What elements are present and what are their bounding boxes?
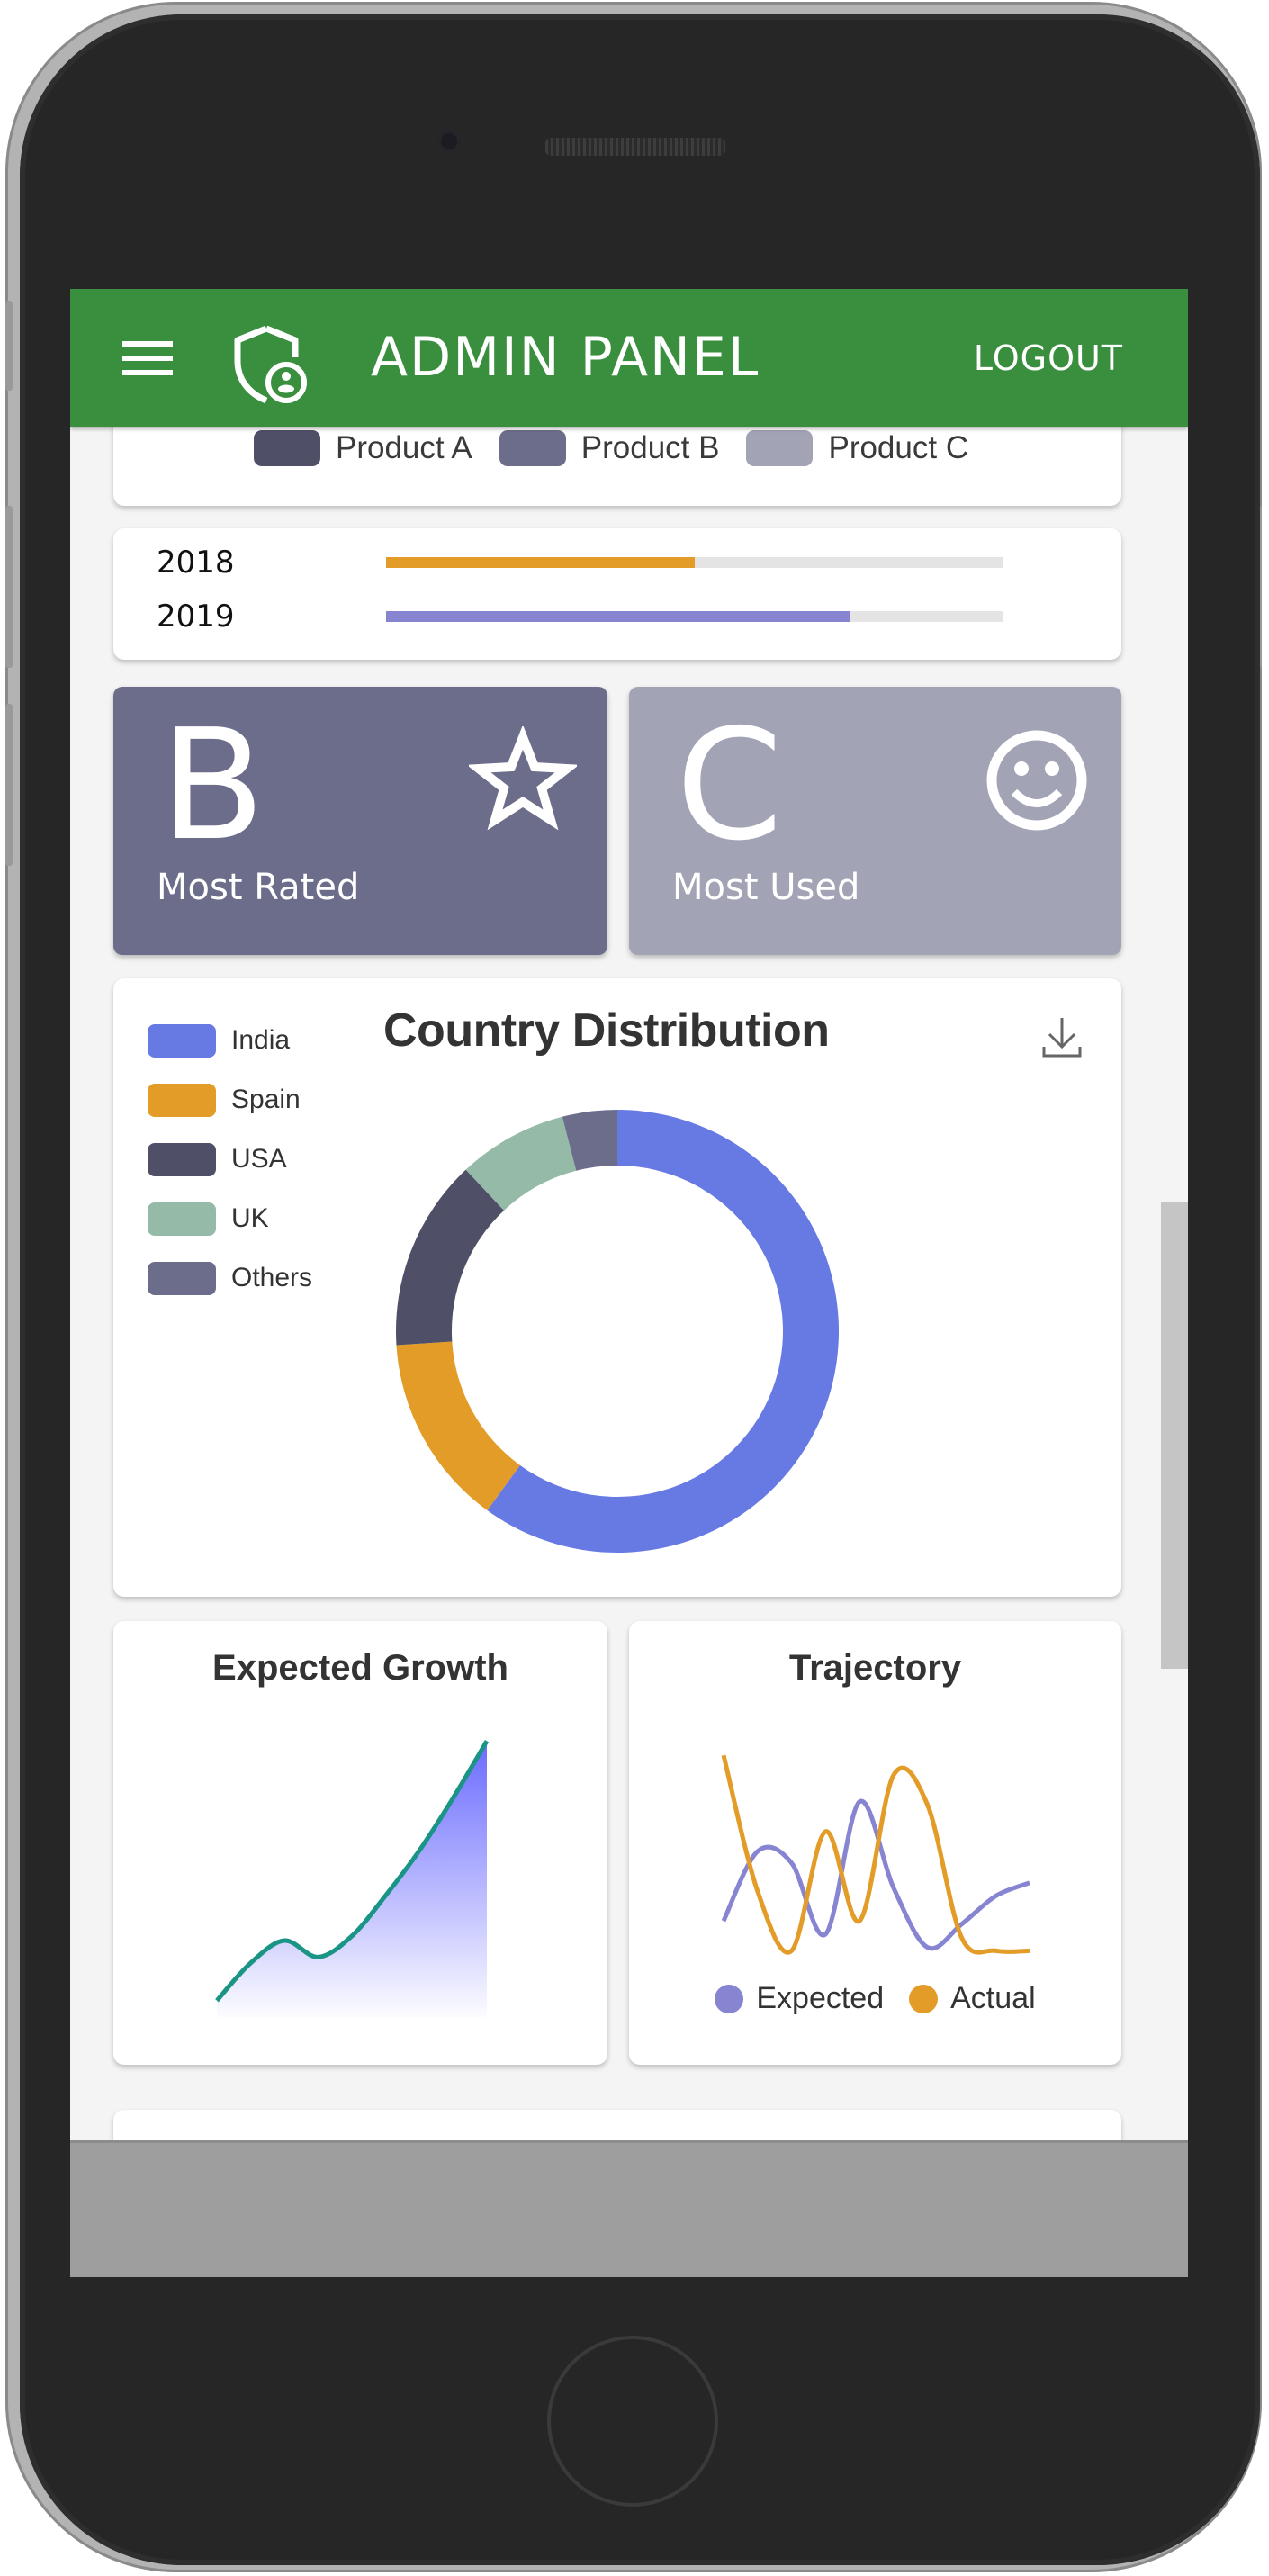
- legend-swatch: [148, 1202, 216, 1236]
- legend-item-product-a[interactable]: Product A: [254, 430, 472, 466]
- star-outline-icon: [469, 726, 577, 831]
- yearly-progress-card: 2018 2019: [113, 528, 1121, 660]
- legend-item-product-c[interactable]: Product C: [746, 430, 968, 466]
- legend-swatch: [746, 430, 814, 466]
- legend-label: Others: [231, 1263, 313, 1293]
- stat-caption: Most Used: [672, 867, 860, 908]
- logout-button[interactable]: LOGOUT: [974, 336, 1123, 381]
- legend-item-actual[interactable]: Actual: [909, 1981, 1036, 2016]
- earpiece-speaker: [545, 138, 725, 156]
- legend-label: Product A: [336, 430, 472, 465]
- growth-area: [217, 1741, 487, 2017]
- legend-item-product-b[interactable]: Product B: [499, 430, 720, 466]
- product-legend: Product A Product B Product C: [254, 430, 995, 466]
- front-camera: [441, 133, 457, 149]
- progress-year-label: 2018: [157, 545, 235, 581]
- chart-title: Expected Growth: [212, 1648, 508, 1688]
- legend-item-india[interactable]: India: [148, 1011, 312, 1070]
- progress-fill-2018: [386, 557, 695, 568]
- legend-item-spain[interactable]: Spain: [148, 1070, 312, 1130]
- legend-item-others[interactable]: Others: [148, 1248, 312, 1308]
- legend-label: UK: [231, 1203, 269, 1233]
- legend-label: Product C: [828, 430, 969, 465]
- admin-shield-user-icon: [234, 325, 307, 404]
- volume-down-button: [5, 704, 13, 866]
- legend-swatch: [254, 430, 320, 466]
- legend-item-uk[interactable]: UK: [148, 1189, 312, 1248]
- progress-row-2018: 2018: [157, 545, 1004, 581]
- download-icon[interactable]: [1039, 1014, 1085, 1061]
- app-bar: ADMIN PANEL LOGOUT: [70, 289, 1188, 427]
- trajectory-chart: [721, 1754, 1030, 1955]
- expected-growth-chart: [215, 1740, 490, 2017]
- legend-label: Product B: [580, 430, 720, 465]
- app-screen: ADMIN PANEL LOGOUT Product A Product B P…: [70, 289, 1188, 2277]
- country-legend: India Spain USA UK Others: [148, 1011, 312, 1308]
- country-donut-chart: [396, 1110, 839, 1553]
- legend-label: India: [231, 1025, 291, 1055]
- legend-swatch: [148, 1083, 216, 1117]
- legend-swatch: [148, 1261, 216, 1295]
- legend-swatch: [148, 1142, 216, 1176]
- stat-card-most-used[interactable]: C Most Used: [629, 687, 1121, 955]
- smiley-face-icon: [986, 730, 1087, 831]
- stat-letter: C: [676, 697, 783, 875]
- trajectory-line-actual: [721, 1754, 1030, 1955]
- expected-growth-card: Expected Growth: [113, 1621, 608, 2065]
- chart-title: Country Distribution: [383, 1004, 830, 1057]
- legend-label: Spain: [231, 1085, 301, 1114]
- hamburger-menu-icon[interactable]: [122, 341, 173, 375]
- trajectory-card: Trajectory Expected Actual: [629, 1621, 1121, 2065]
- legend-label: Expected: [756, 1981, 885, 2015]
- stat-letter: B: [160, 697, 266, 875]
- donut-slice-usa[interactable]: [396, 1169, 505, 1346]
- legend-label: USA: [231, 1144, 287, 1174]
- legend-swatch: [148, 1023, 216, 1058]
- chart-title: Trajectory: [788, 1648, 962, 1688]
- donut-slice-spain[interactable]: [396, 1341, 520, 1511]
- mute-switch: [5, 301, 13, 391]
- progress-track: [386, 557, 1004, 568]
- legend-dot: [909, 1984, 939, 2013]
- country-distribution-card: India Spain USA UK Others Country Distributi…: [113, 978, 1121, 1597]
- progress-fill-2019: [386, 611, 850, 622]
- legend-swatch: [499, 430, 566, 466]
- home-button[interactable]: [547, 2336, 718, 2507]
- volume-up-button: [5, 506, 13, 668]
- scrollbar-thumb[interactable]: [1161, 1202, 1188, 1669]
- bottom-bar: [70, 2140, 1188, 2277]
- stat-card-most-rated[interactable]: B Most Rated: [113, 687, 608, 955]
- progress-row-2019: 2019: [157, 599, 1004, 635]
- app-title: ADMIN PANEL: [371, 326, 760, 389]
- legend-item-expected[interactable]: Expected: [715, 1981, 884, 2016]
- legend-dot: [715, 1984, 744, 2013]
- progress-year-label: 2019: [157, 599, 235, 635]
- legend-item-usa[interactable]: USA: [148, 1130, 312, 1189]
- stat-caption: Most Rated: [157, 867, 360, 908]
- progress-track: [386, 611, 1004, 622]
- trajectory-legend: Expected Actual: [629, 1981, 1121, 2016]
- legend-label: Actual: [950, 1981, 1036, 2015]
